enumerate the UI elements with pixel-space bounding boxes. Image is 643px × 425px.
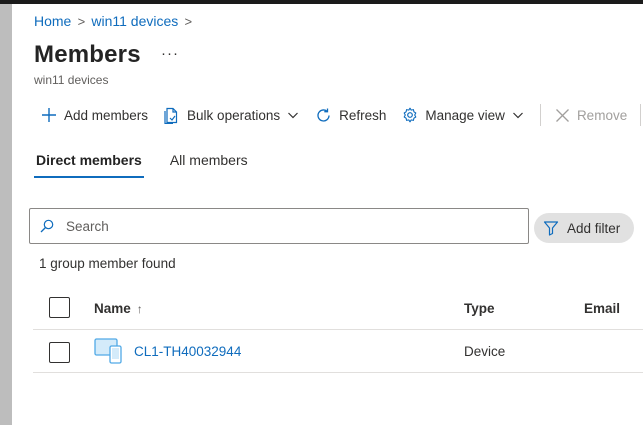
remove-label: Remove: [576, 107, 628, 123]
gear-icon: [404, 107, 417, 123]
manage-view-button[interactable]: Manage view: [394, 101, 532, 129]
breadcrumb-win11-devices[interactable]: win11 devices: [91, 13, 178, 29]
chevron-right-icon: >: [77, 13, 86, 29]
member-name-cell: CL1-TH40032944: [94, 330, 241, 372]
member-name-link[interactable]: CL1-TH40032944: [134, 344, 241, 359]
command-bar: Add members Bulk operations Refresh Mana…: [33, 101, 635, 129]
remove-button[interactable]: Remove: [547, 101, 635, 129]
refresh-icon: [317, 108, 330, 122]
table-header: Name ↑ Type Email: [33, 288, 643, 330]
filter-icon: [543, 221, 559, 236]
bulk-operations-label: Bulk operations: [187, 107, 281, 123]
page-subtitle: win11 devices: [34, 73, 109, 87]
bulk-operations-button[interactable]: Bulk operations: [156, 101, 307, 129]
table-row[interactable]: CL1-TH40032944 Device: [33, 330, 643, 373]
result-count: 1 group member found: [39, 256, 176, 271]
page-title: Members: [34, 41, 141, 68]
column-name-label: Name: [94, 301, 131, 316]
toolbar-divider: [640, 104, 641, 126]
add-members-label: Add members: [64, 107, 149, 123]
top-bar: [0, 0, 643, 4]
search-input[interactable]: [66, 218, 506, 234]
tab-all-members[interactable]: All members: [168, 152, 250, 178]
left-scroll-gutter: [0, 4, 12, 425]
column-header-type[interactable]: Type: [464, 288, 495, 329]
search-box: [29, 208, 529, 244]
breadcrumb-home[interactable]: Home: [34, 13, 71, 29]
breadcrumb: Home > win11 devices >: [34, 13, 198, 29]
device-icon: [94, 338, 122, 364]
tab-direct-members[interactable]: Direct members: [34, 152, 144, 178]
toolbar-divider: [539, 104, 541, 126]
sort-ascending-icon: ↑: [136, 301, 143, 316]
member-type-cell: Device: [464, 343, 506, 359]
add-filter-label: Add filter: [567, 220, 621, 236]
select-all-checkbox[interactable]: [49, 297, 70, 318]
plus-icon: [42, 108, 56, 122]
bulk-file-icon: [164, 107, 178, 124]
row-checkbox[interactable]: [49, 342, 70, 363]
refresh-button[interactable]: Refresh: [307, 101, 394, 129]
chevron-right-icon: >: [184, 13, 193, 29]
more-options-icon[interactable]: ···: [161, 45, 179, 62]
chevron-down-icon: [513, 112, 523, 119]
manage-view-label: Manage view: [425, 107, 505, 123]
add-members-button[interactable]: Add members: [33, 101, 156, 129]
add-filter-button[interactable]: Add filter: [534, 213, 634, 243]
column-header-email[interactable]: Email: [584, 288, 620, 329]
close-icon: [555, 108, 569, 122]
search-icon: [40, 219, 54, 233]
member-tabs: Direct members All members: [34, 152, 274, 178]
chevron-down-icon: [288, 112, 299, 119]
refresh-label: Refresh: [339, 107, 387, 123]
column-header-name[interactable]: Name ↑: [94, 288, 143, 329]
